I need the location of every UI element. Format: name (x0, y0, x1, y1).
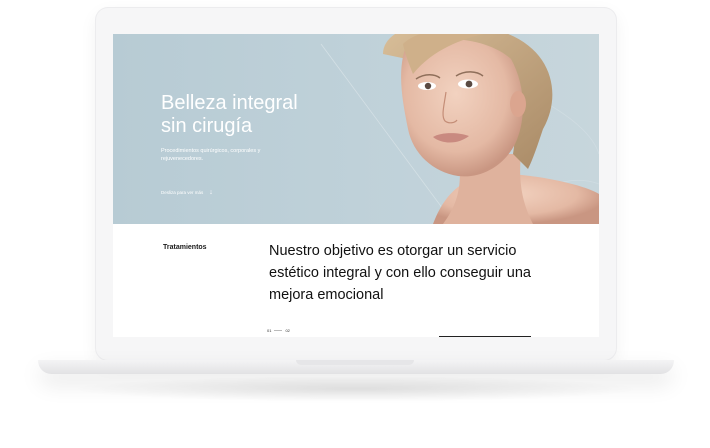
laptop-base-notch (296, 360, 414, 365)
scroll-down-link[interactable]: Desliza para ver más ↓ (161, 189, 213, 196)
pager-total: 02 (285, 328, 290, 333)
pager-current: 01 (267, 328, 272, 333)
hero-subtitle: Procedimientos quirúrgicos, corporales y… (161, 148, 261, 162)
laptop-shadow (70, 376, 642, 402)
content-section: Tratamientos Nuestro objetivo es otorgar… (113, 224, 599, 337)
hero-title: Belleza integral sin cirugía (161, 92, 298, 137)
arrow-down-icon: ↓ (209, 189, 213, 196)
pager-divider (274, 330, 283, 331)
section-label: Tratamientos (163, 244, 207, 251)
scroll-down-label: Desliza para ver más (161, 190, 204, 195)
hero-section: Belleza integral sin cirugía Procedimien… (113, 34, 599, 224)
laptop-screen: Belleza integral sin cirugía Procedimien… (113, 34, 599, 337)
statement-text: Nuestro objetivo es otorgar un servicio … (269, 243, 531, 303)
slider-pager[interactable]: 01 02 (267, 328, 290, 333)
dark-bar (439, 336, 531, 337)
